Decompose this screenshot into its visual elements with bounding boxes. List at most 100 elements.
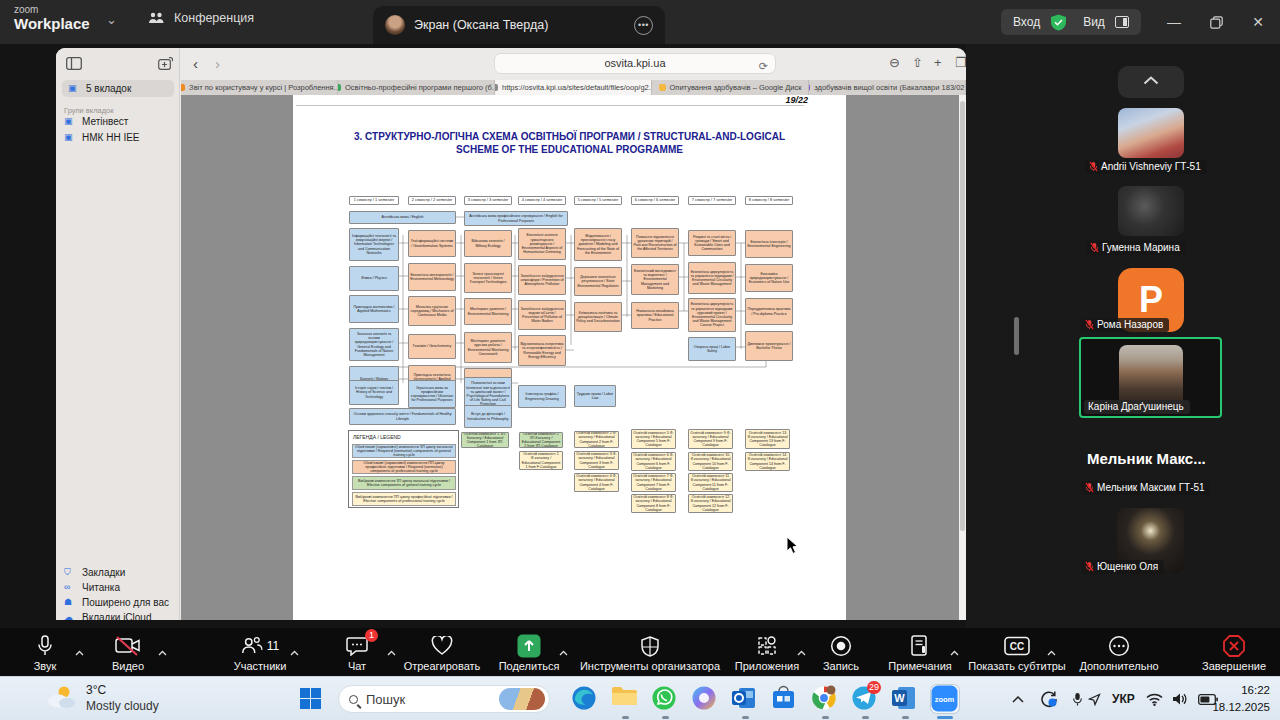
sidebar-item-tabs-count[interactable]: ▣ 5 вкладок <box>62 80 174 97</box>
toolbar-button-end[interactable]: Завершение <box>1174 628 1280 676</box>
video-tile[interactable] <box>1118 186 1184 236</box>
react-icon <box>431 633 453 659</box>
view-layout-icon <box>1115 16 1129 28</box>
panel-scrollbar[interactable] <box>1014 317 1019 355</box>
new-tab-icon[interactable]: + <box>934 55 942 70</box>
tray-sync-icon[interactable] <box>1040 677 1058 720</box>
taskbar-app-outlook[interactable] <box>731 685 759 713</box>
tray-mic-icon[interactable] <box>1072 677 1083 720</box>
tray-wifi-icon[interactable] <box>1146 677 1163 720</box>
windows-taskbar: 3°CMostly cloudy Пошук 29 Wzoom УКР <box>0 676 1280 720</box>
avatar <box>385 15 405 35</box>
end-icon <box>1222 633 1246 659</box>
back-icon[interactable]: ‹ <box>193 55 198 72</box>
flowchart-box: 1 семестр / 1 semester <box>349 196 399 205</box>
taskbar-app-whatsapp[interactable] <box>651 685 679 713</box>
caret-up-icon[interactable] <box>158 642 167 660</box>
flowchart-box: 4 семестр / 4 semester <box>518 196 566 205</box>
download-icon[interactable]: ⊖ <box>889 55 900 70</box>
flowchart-box: Розумні та сталі міста і громади / Smart… <box>688 230 736 256</box>
view-button[interactable]: Вид <box>1083 15 1105 29</box>
url-bar[interactable]: osvita.kpi.ua ⟳ <box>494 53 776 74</box>
more-options-icon[interactable]: ••• <box>634 16 653 35</box>
toolbar-button-more[interactable]: Дополнительно <box>1059 628 1179 676</box>
taskbar-app-word[interactable]: W <box>891 685 919 713</box>
tab-favicon <box>181 84 185 91</box>
tray-language[interactable]: УКР <box>1112 677 1135 720</box>
tab-overview-icon[interactable]: ❐ <box>955 55 966 70</box>
sidebar-item[interactable]: ☗Поширено для вас <box>64 597 169 608</box>
flowchart-box: Екологічна циркулярність та управління в… <box>688 298 736 332</box>
flowchart-box: Повоєнне відновлення уражених територій … <box>631 228 679 258</box>
sidebar-item-group[interactable]: ▣Метінвест <box>64 116 128 127</box>
video-tile[interactable] <box>1118 108 1184 158</box>
sidebar-item[interactable]: ☁Вкладки iCloud <box>64 612 151 620</box>
taskbar-app-copilot[interactable] <box>691 685 719 713</box>
taskbar-weather[interactable]: 3°CMostly cloudy <box>44 682 159 714</box>
toolbar-button-share[interactable]: Поделиться <box>469 628 589 676</box>
taskbar-search[interactable]: Пошук <box>338 685 550 713</box>
flowchart-box: Військова екологія / Military Ecology <box>464 230 512 257</box>
close-button[interactable]: ✕ <box>1238 0 1278 44</box>
mic-icon <box>37 633 53 659</box>
tab-favicon <box>338 84 341 91</box>
tab-screen-share[interactable]: Экран (Оксана Тверда) ••• <box>373 6 665 44</box>
participant-label: Гуменна Марина <box>1086 241 1186 255</box>
caret-up-icon[interactable] <box>559 642 568 660</box>
chevron-down-icon[interactable]: ⌄ <box>106 12 117 27</box>
participant-label: Andrii Vishneviy ГТ-51 <box>1085 160 1207 174</box>
browser-tab[interactable]: Звіт по користувачу у курсі | Розробленн… <box>181 80 338 95</box>
taskbar-app-edge[interactable] <box>571 685 599 713</box>
record-icon <box>830 633 852 659</box>
legend-row: Обов'язкові (нормативні) компоненти ПП ц… <box>352 460 456 474</box>
tray-clock[interactable]: 16:22 18.12.2025 <box>1212 682 1270 717</box>
taskbar-app-telegram[interactable]: 29 <box>851 685 879 713</box>
running-indicator <box>622 716 629 719</box>
flowchart-box: Екологічний менеджмент та маркетинг / En… <box>631 264 679 295</box>
browser-tab[interactable]: https://osvita.kpi.ua/sites/default/file… <box>495 80 652 95</box>
tab-meeting[interactable]: Конференция <box>148 11 254 25</box>
reload-icon[interactable]: ⟳ <box>759 57 768 76</box>
taskbar-app-store[interactable] <box>771 685 799 713</box>
collapse-panel-button[interactable] <box>1118 66 1184 98</box>
forward-icon[interactable]: › <box>215 55 220 72</box>
running-indicator <box>902 716 909 719</box>
new-tab-group-icon[interactable] <box>158 57 173 70</box>
tray-volume-icon[interactable] <box>1172 677 1188 720</box>
taskbar-app-chrome[interactable] <box>811 685 839 713</box>
scrollbar[interactable] <box>959 95 966 620</box>
sidebar-item-group[interactable]: ▣НМК НН ІЕЕ <box>64 132 140 143</box>
sidebar-item[interactable]: ⛉Закладки <box>64 567 125 578</box>
tray-expand-icon[interactable] <box>1012 677 1024 720</box>
tab-label: Звіт по користувачу у курсі | Розробленн… <box>189 83 338 92</box>
share-icon[interactable]: ⇧ <box>912 55 923 70</box>
sidebar-toggle-icon[interactable] <box>66 57 82 70</box>
caret-up-icon[interactable] <box>1047 642 1056 660</box>
minimize-button[interactable]: — <box>1154 0 1194 44</box>
toolbar-button-video-off[interactable]: Видео <box>68 628 188 676</box>
browser-tab[interactable]: здобувачів вищої освіти (Бакалаври 183/0… <box>809 80 966 95</box>
participant-label: Рома Назаров <box>1081 318 1169 332</box>
flowchart-box: Економіка природокористування / Economic… <box>745 264 793 292</box>
notes-icon <box>911 633 929 659</box>
windows-start-button[interactable] <box>300 688 321 709</box>
weather-icon <box>44 684 78 712</box>
tray-location-icon[interactable] <box>1088 677 1101 720</box>
running-indicator <box>742 716 749 719</box>
sidebar-item[interactable]: ∞Читанка <box>64 582 120 593</box>
flowchart-box: Екологічна метеорологія / Environmental … <box>408 263 456 291</box>
toolbar-button-host[interactable]: Инструменты организатора <box>590 628 710 676</box>
browser-tab[interactable]: Освітньо-професійні програми першого (б.… <box>338 80 495 95</box>
tab-label: Опитування здобувачів – Google Диск <box>670 83 802 92</box>
taskbar-app-folder[interactable] <box>611 685 639 713</box>
flowchart-box: Екологічна циркулярність та управління в… <box>688 262 736 294</box>
apps-icon <box>756 633 778 659</box>
browser-tab[interactable]: Опитування здобувачів – Google Диск <box>652 80 809 95</box>
chat-badge: 1 <box>365 629 378 642</box>
tab-group-icon: ▣ <box>64 132 76 143</box>
taskbar-app-zoom[interactable]: zoom <box>931 685 959 713</box>
security-shield-icon <box>1050 14 1067 31</box>
login-button[interactable]: Вход <box>1013 15 1040 29</box>
svg-text:W: W <box>894 692 905 704</box>
restore-button[interactable] <box>1196 0 1236 44</box>
